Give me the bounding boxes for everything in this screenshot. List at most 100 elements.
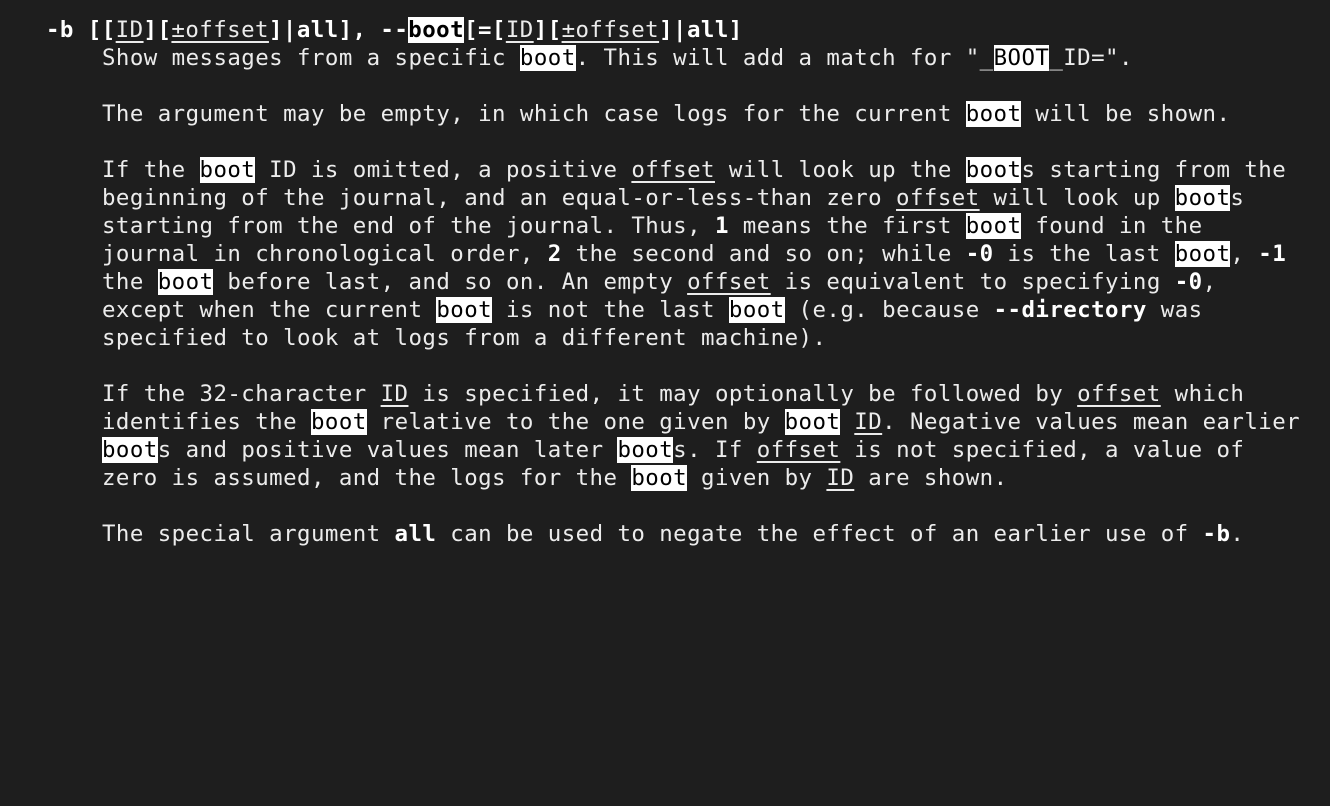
search-highlight: boot xyxy=(157,269,214,295)
text-span: means the first xyxy=(728,213,966,239)
bold-value: 1 xyxy=(714,213,729,239)
text-span: . xyxy=(1230,521,1245,547)
text-line: journal in chronological order, 2 the se… xyxy=(102,240,1286,268)
text-line: The argument may be empty, in which case… xyxy=(102,100,1230,128)
option-value-all: all xyxy=(296,17,339,43)
search-highlight: boot xyxy=(1174,185,1231,211)
text-line: If the boot ID is omitted, a positive of… xyxy=(102,156,1286,184)
search-highlight: boot xyxy=(408,17,465,43)
text-span: before last, and so on. An empty xyxy=(213,269,688,295)
text-line: If the 32-character ID is specified, it … xyxy=(102,380,1244,408)
search-highlight: boot xyxy=(199,157,256,183)
bold-value: 2 xyxy=(547,241,562,267)
text-span: , xyxy=(1230,241,1259,267)
option-arg-id: ID xyxy=(115,17,144,43)
text-span: is equivalent to specifying xyxy=(770,269,1175,295)
text-span: (e.g. because xyxy=(784,297,994,323)
option-bracket: ] xyxy=(728,17,743,43)
option-value-all: all xyxy=(686,17,729,43)
text-line: zero is assumed, and the logs for the bo… xyxy=(102,464,1008,492)
terminal-window[interactable]: -b [[ID][±offset]|all], --boot[=[ID][±of… xyxy=(0,0,1330,568)
text-line: specified to look at logs from a differe… xyxy=(102,324,826,352)
text-span: s xyxy=(1230,185,1245,211)
text-span: zero is assumed, and the logs for the xyxy=(102,465,632,491)
text-span: ID is omitted, a positive xyxy=(255,157,632,183)
text-line: beginning of the journal, and an equal-o… xyxy=(102,184,1244,212)
bold-value: all xyxy=(394,521,437,547)
text-span: the xyxy=(102,269,158,295)
search-highlight: boot xyxy=(310,409,367,435)
option-arg-id: ID xyxy=(505,17,534,43)
option-header: -b [[ID][±offset]|all], --boot[=[ID][±of… xyxy=(46,16,743,44)
argument-underlined: ID xyxy=(380,381,409,407)
argument-underlined: offset xyxy=(896,185,980,211)
text-line: identifies the boot relative to the one … xyxy=(102,408,1300,436)
text-span: journal in chronological order, xyxy=(102,241,548,267)
text-span: s starting from the xyxy=(1021,157,1287,183)
text-span: given by xyxy=(687,465,827,491)
search-highlight: boot xyxy=(728,297,785,323)
option-arg-offset: ±offset xyxy=(171,17,269,43)
text-span: except when the current xyxy=(102,297,437,323)
text-span: will look up xyxy=(979,185,1175,211)
search-highlight: boot xyxy=(965,157,1022,183)
text-span: is specified, it may optionally be follo… xyxy=(408,381,1078,407)
text-span: found in the xyxy=(1021,213,1203,239)
text-span: Show messages from a specific xyxy=(102,45,520,71)
text-span: The argument may be empty, in which case… xyxy=(102,101,966,127)
bold-value: -1 xyxy=(1258,241,1287,267)
text-span: is not specified, a value of xyxy=(840,437,1245,463)
text-span: specified to look at logs from a differe… xyxy=(102,325,827,351)
text-span: is not the last xyxy=(492,297,729,323)
text-span: starting from the end of the journal. Th… xyxy=(102,213,715,239)
argument-underlined: ID xyxy=(854,409,883,435)
text-line: starting from the end of the journal. Th… xyxy=(102,212,1203,240)
text-span: identifies the xyxy=(102,409,311,435)
text-line: Show messages from a specific boot. This… xyxy=(102,44,1133,72)
option-separator: ], xyxy=(338,17,381,43)
text-span: will be shown. xyxy=(1021,101,1231,127)
search-highlight: BOOT xyxy=(993,45,1050,71)
text-span: s and positive values mean later xyxy=(157,437,618,463)
text-span: relative to the one given by xyxy=(366,409,785,435)
search-highlight: boot xyxy=(436,297,493,323)
argument-underlined: ID xyxy=(826,465,855,491)
search-highlight: boot xyxy=(631,465,688,491)
option-bracket: ]| xyxy=(268,17,297,43)
text-span: , xyxy=(1202,269,1217,295)
text-span: was xyxy=(1146,297,1203,323)
argument-underlined: offset xyxy=(1077,381,1161,407)
search-highlight: boot xyxy=(965,101,1022,127)
option-bracket: ]| xyxy=(659,17,687,43)
text-span: _ID=". xyxy=(1049,45,1133,71)
option-arg-offset: ±offset xyxy=(561,17,660,43)
argument-underlined: offset xyxy=(687,269,771,295)
text-span: will look up the xyxy=(714,157,966,183)
option-bracket: [=[ xyxy=(464,17,506,43)
text-span: beginning of the journal, and an equal-o… xyxy=(102,185,897,211)
search-highlight: boot xyxy=(519,45,576,71)
search-highlight: boot xyxy=(102,437,158,463)
text-span: If the xyxy=(102,157,200,183)
option-bracket: ][ xyxy=(143,17,172,43)
text-span xyxy=(840,409,854,435)
search-highlight: boot xyxy=(1174,241,1231,267)
text-line: The special argument all can be used to … xyxy=(102,520,1244,548)
option-long-dashes: -- xyxy=(380,17,409,43)
text-line: the boot before last, and so on. An empt… xyxy=(102,268,1217,296)
bold-value: -b xyxy=(1202,521,1231,547)
text-span: which xyxy=(1160,381,1245,407)
text-span: the second and so on; while xyxy=(561,241,966,267)
text-span: . Negative values mean earlier xyxy=(882,409,1301,435)
text-span: s. If xyxy=(673,437,757,463)
text-line: except when the current boot is not the … xyxy=(102,296,1203,324)
search-highlight: boot xyxy=(784,409,841,435)
option-bracket: ][ xyxy=(533,17,562,43)
argument-underlined: offset xyxy=(756,437,841,463)
text-line: boots and positive values mean later boo… xyxy=(102,436,1244,464)
bold-value: --directory xyxy=(993,297,1147,323)
text-span: . This will add a match for "_ xyxy=(575,45,994,71)
search-highlight: boot xyxy=(617,437,674,463)
option-short-flag: -b xyxy=(46,17,74,43)
text-span: are shown. xyxy=(854,465,1008,491)
